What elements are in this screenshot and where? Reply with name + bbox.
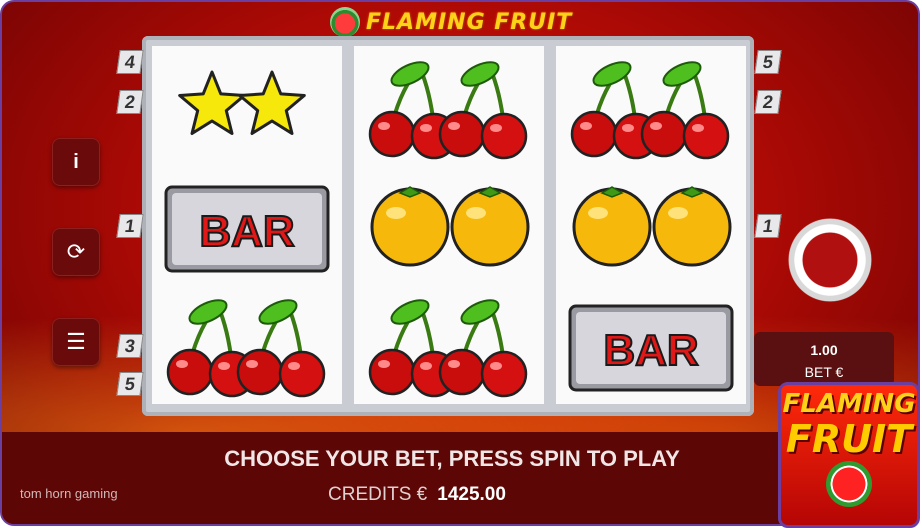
payline-left-2: 2 bbox=[116, 90, 144, 114]
spin-button[interactable] bbox=[772, 202, 888, 318]
bet-label: BET € bbox=[804, 364, 844, 380]
game-logo: FLAMING FRUIT bbox=[330, 4, 572, 40]
star-icon bbox=[152, 46, 342, 165]
menu-button[interactable]: ☰ bbox=[52, 318, 100, 366]
logo-title: FLAMING FRUIT bbox=[366, 9, 573, 35]
bet-value: 1.00 bbox=[810, 342, 838, 358]
payline-left-5: 5 bbox=[116, 372, 144, 396]
bar-label: BAR bbox=[199, 207, 294, 256]
info-button[interactable]: i bbox=[52, 138, 100, 186]
autoplay-button[interactable]: ⟳ bbox=[52, 228, 100, 276]
cherry-icon bbox=[556, 46, 746, 165]
reel-3: BAR bbox=[556, 46, 746, 404]
menu-icon: ☰ bbox=[66, 329, 86, 354]
payline-left-3: 3 bbox=[116, 334, 144, 358]
reel-2 bbox=[354, 46, 544, 404]
payline-right-5: 5 bbox=[754, 50, 782, 74]
autoplay-icon: ⟳ bbox=[66, 239, 86, 264]
info-icon: i bbox=[73, 150, 79, 173]
promo-title-line1: FLAMING bbox=[782, 389, 916, 419]
orange-icon bbox=[354, 165, 544, 284]
cherry-icon bbox=[152, 284, 342, 403]
credits-label: CREDITS € bbox=[328, 484, 428, 505]
watermelon-icon bbox=[330, 7, 360, 37]
bet-selector[interactable]: 1.00 BET € bbox=[754, 332, 894, 386]
bar-symbol: BAR bbox=[152, 165, 342, 284]
developer-brand: tom horn gaming bbox=[20, 486, 118, 501]
reel-1: BAR bbox=[152, 46, 342, 404]
status-message: CHOOSE YOUR BET, PRESS SPIN TO PLAY bbox=[224, 446, 680, 471]
orange-icon bbox=[556, 165, 746, 284]
cherry-icon bbox=[354, 284, 544, 403]
payline-left-4: 4 bbox=[116, 50, 144, 74]
promo-badge: FLAMING FRUIT bbox=[778, 382, 920, 528]
reel-area: BAR BAR bbox=[142, 36, 754, 416]
credits-display: CREDITS € 1425.00 bbox=[328, 484, 506, 506]
cherry-icon bbox=[354, 46, 544, 165]
credits-value: 1425.00 bbox=[437, 484, 506, 505]
bar-symbol: BAR bbox=[556, 284, 746, 403]
promo-watermelon-icon bbox=[826, 461, 872, 507]
payline-left-1: 1 bbox=[116, 214, 144, 238]
promo-title-line2: FRUIT bbox=[785, 417, 913, 461]
payline-right-2: 2 bbox=[754, 90, 782, 114]
bar-label: BAR bbox=[603, 326, 698, 375]
